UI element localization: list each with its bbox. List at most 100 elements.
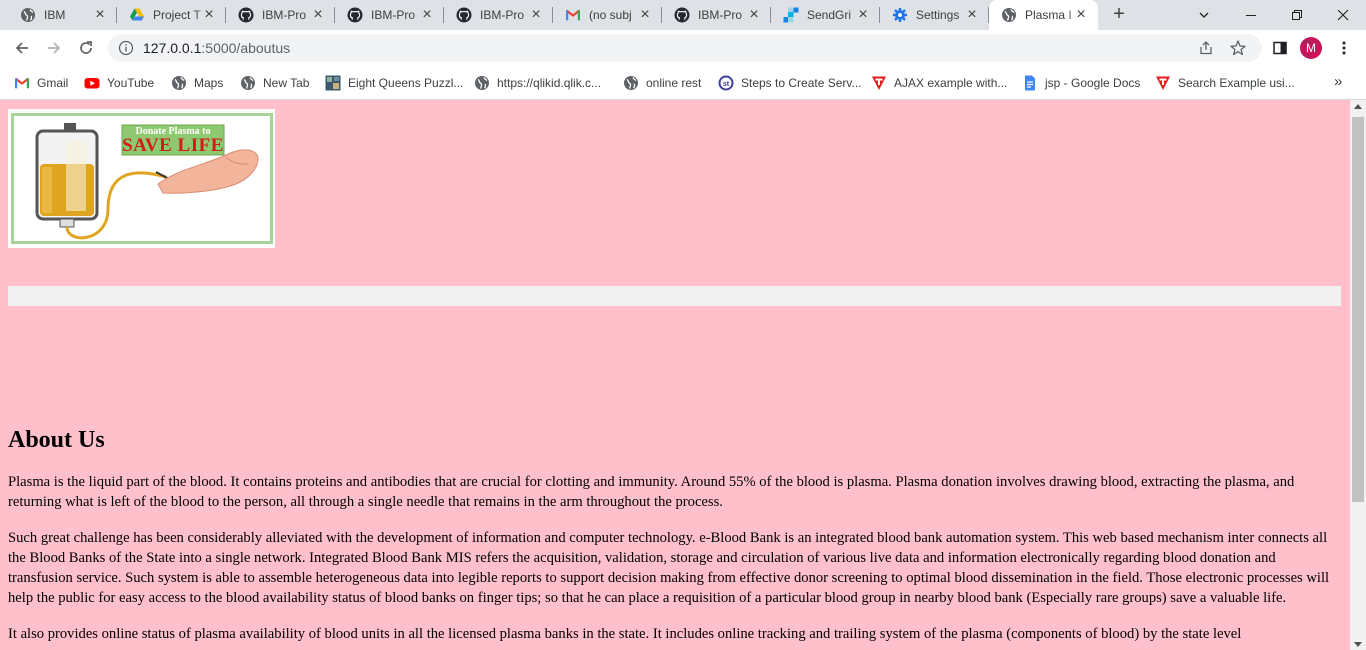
restore-window-button[interactable] <box>1274 0 1320 30</box>
url-path: :5000/aboutus <box>201 40 291 56</box>
bookmark-item[interactable]: Search Example usi... <box>1155 73 1295 93</box>
github-icon <box>456 7 472 23</box>
bookmarks-bar: Gmail YouTube Maps New Tab Eight Queens Puzz… <box>0 66 1366 100</box>
browser-menu-button[interactable] <box>1330 34 1358 62</box>
bookmark-label: Maps <box>194 76 224 90</box>
about-paragraph-2: Such great challenge has been considerab… <box>8 530 1330 606</box>
about-us-heading: About Us <box>8 427 105 453</box>
github-icon <box>674 7 690 23</box>
side-panel-button[interactable] <box>1266 34 1294 62</box>
github-icon <box>238 7 254 23</box>
donate-plasma-banner: Donate Plasma to SAVE LIFE <box>8 109 275 248</box>
scroll-up-arrow-icon[interactable] <box>1354 104 1362 109</box>
url-host: 127.0.0.1 <box>143 40 202 56</box>
bookmark-item[interactable]: jsp - Google Docs <box>1022 73 1140 93</box>
kebab-menu-icon <box>1342 41 1346 55</box>
browser-tab[interactable]: IBM-Pro × <box>662 0 771 30</box>
address-bar[interactable]: 127.0.0.1:5000/aboutus <box>108 34 1262 62</box>
arrow-right-icon <box>48 42 61 54</box>
tab-close-icon[interactable]: × <box>855 7 871 23</box>
browser-tab[interactable]: IBM-Pro × <box>335 0 444 30</box>
browser-tab[interactable]: (no subj × <box>553 0 662 30</box>
page-scrollbar[interactable] <box>1350 100 1366 650</box>
settings-gear-icon <box>892 7 908 23</box>
bookmark-label: https://qlikid.qlik.c... <box>497 76 602 90</box>
bookmark-label: YouTube <box>107 76 155 90</box>
tab-close-icon[interactable]: × <box>1073 7 1089 23</box>
forward-button[interactable] <box>40 34 68 62</box>
bookmark-label: Eight Queens Puzzl... <box>348 76 464 90</box>
bookmark-label: AJAX example with... <box>894 76 1008 90</box>
browser-tab[interactable]: IBM-Pro × <box>444 0 553 30</box>
bookmark-item[interactable]: AJAX example with... <box>871 73 1007 93</box>
sendgrid-icon <box>783 7 799 23</box>
tab-strip: IBM × Project T × IBM-Pro × IBM-Pro × IBM-Pro × (n… <box>0 0 1366 30</box>
bookmark-label: New Tab <box>263 76 310 90</box>
reload-icon <box>80 41 92 54</box>
red-t-icon <box>1155 75 1171 91</box>
restore-icon <box>1292 10 1302 20</box>
globe-icon <box>1001 7 1017 23</box>
browser-tab[interactable]: SendGri × <box>771 0 880 30</box>
tab-close-icon[interactable]: × <box>528 7 544 23</box>
gmail-icon <box>565 7 581 23</box>
navigation-bar <box>8 286 1341 306</box>
scroll-down-arrow-icon[interactable] <box>1354 642 1362 647</box>
share-icon[interactable] <box>1198 40 1214 59</box>
back-button[interactable] <box>8 34 36 62</box>
reload-button[interactable] <box>72 34 100 62</box>
tab-close-icon[interactable]: × <box>92 7 108 23</box>
globe-icon <box>171 75 187 91</box>
bookmark-item[interactable]: Maps <box>171 73 223 93</box>
svg-text:st: st <box>723 81 730 88</box>
globe-icon <box>623 75 639 91</box>
about-paragraph-1: Plasma is the liquid part of the blood. … <box>8 474 1295 510</box>
browser-tab[interactable]: Plasma I × <box>989 0 1098 30</box>
profile-avatar[interactable]: M <box>1300 37 1322 59</box>
browser-tab[interactable]: Settings × <box>880 0 989 30</box>
minimize-icon <box>1246 15 1256 16</box>
arrow-left-icon <box>15 42 28 54</box>
bookmark-label: Gmail <box>37 76 69 90</box>
tab-close-icon[interactable]: × <box>310 7 326 23</box>
page-viewport: Donate Plasma to SAVE LIFE About Us Plas… <box>0 100 1350 650</box>
bookmark-item[interactable]: YouTube <box>84 73 154 93</box>
bookmark-label: Search Example usi... <box>1178 76 1295 90</box>
minimize-window-button[interactable] <box>1228 0 1274 30</box>
tab-close-icon[interactable]: × <box>201 7 217 23</box>
bookmark-item[interactable]: online rest <box>623 73 701 93</box>
globe-icon <box>20 7 36 23</box>
browser-tab[interactable]: IBM-Pro × <box>226 0 335 30</box>
red-t-icon <box>871 75 887 91</box>
close-window-button[interactable] <box>1320 0 1366 30</box>
tab-close-icon[interactable]: × <box>637 7 653 23</box>
bookmark-item[interactable]: Gmail <box>14 73 68 93</box>
bookmarks-overflow-icon[interactable]: » <box>1334 73 1342 90</box>
scrollbar-thumb[interactable] <box>1352 117 1364 502</box>
bookmark-item[interactable]: Eight Queens Puzzl... <box>325 73 463 93</box>
browser-tab[interactable]: Project T × <box>117 0 226 30</box>
globe-icon <box>240 75 256 91</box>
gmail-icon <box>14 75 30 91</box>
github-icon <box>347 7 363 23</box>
globe-icon <box>474 75 490 91</box>
side-panel-icon <box>1273 41 1287 55</box>
tab-close-icon[interactable]: × <box>964 7 980 23</box>
site-info-icon[interactable] <box>118 40 134 59</box>
bookmark-item[interactable]: https://qlikid.qlik.c... <box>474 73 601 93</box>
browser-toolbar: 127.0.0.1:5000/aboutus M <box>0 30 1366 66</box>
bookmark-item[interactable]: New Tab <box>240 73 309 93</box>
bookmark-label: jsp - Google Docs <box>1045 76 1141 90</box>
bookmark-star-icon[interactable] <box>1229 39 1247 60</box>
browser-tab[interactable]: IBM × <box>8 0 117 30</box>
bookmark-item[interactable]: st Steps to Create Serv... <box>718 73 862 93</box>
tab-close-icon[interactable]: × <box>419 7 435 23</box>
tab-search-button[interactable] <box>1181 0 1227 30</box>
chevron-down-icon <box>1199 12 1209 18</box>
tab-close-icon[interactable]: × <box>746 7 762 23</box>
new-tab-button[interactable]: + <box>1108 4 1130 26</box>
st-icon: st <box>718 75 734 91</box>
google-docs-icon <box>1022 75 1038 91</box>
banner-headline-big: SAVE LIFE <box>122 135 224 156</box>
address-url: 127.0.0.1:5000/aboutus <box>143 41 290 55</box>
